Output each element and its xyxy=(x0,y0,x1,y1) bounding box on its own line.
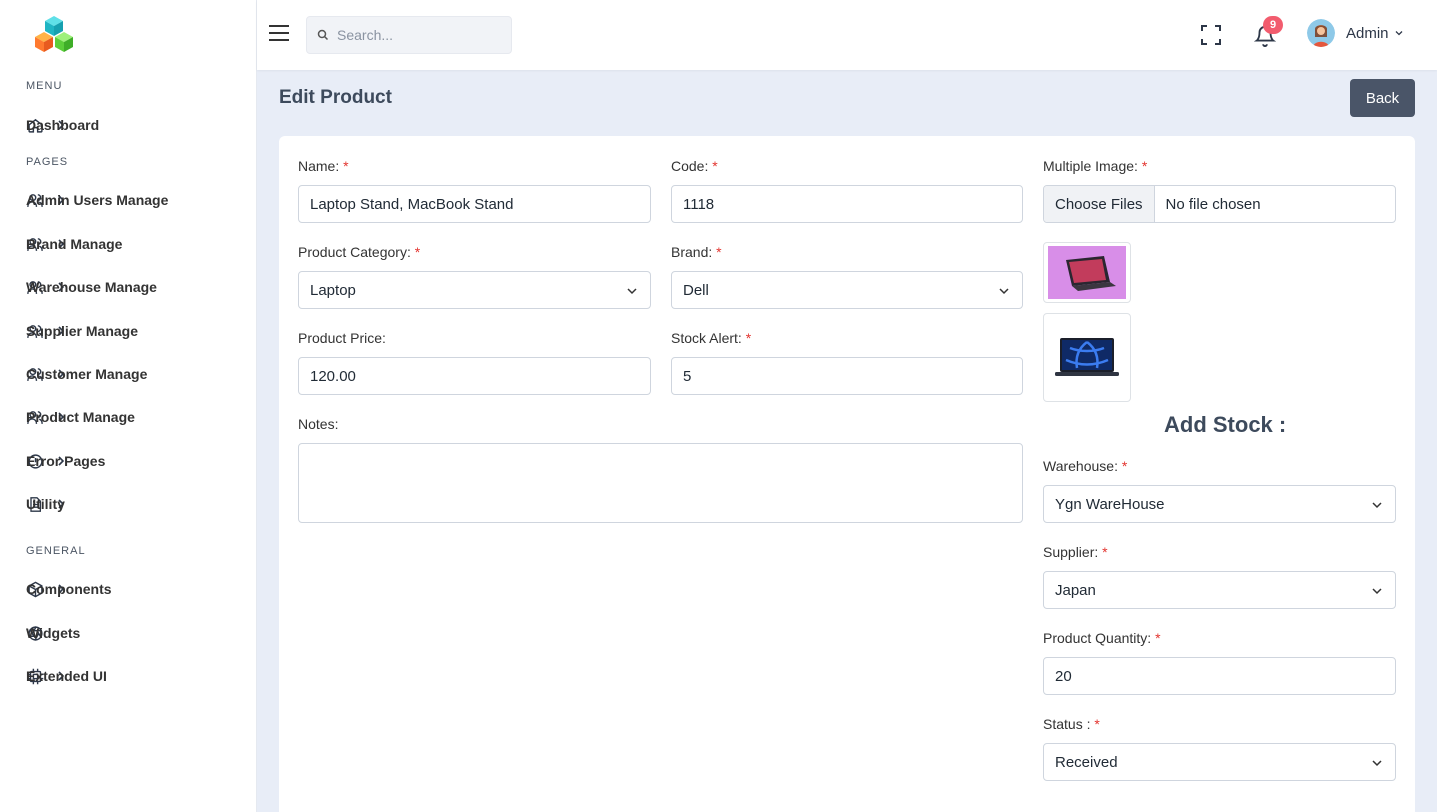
sidebar-item-label: Supplier Manage xyxy=(26,323,139,339)
chevron-down-icon xyxy=(1372,588,1382,595)
edit-product-card: Name: * Laptop Stand, MacBook Stand Prod… xyxy=(279,136,1415,812)
section-title-pages: PAGES xyxy=(26,156,69,168)
supplier-select[interactable]: Japan xyxy=(1043,571,1396,609)
sidebar-item-label: Widgets xyxy=(26,625,81,641)
sidebar-item-label: Brand Manage xyxy=(26,236,123,252)
quantity-label: Product Quantity: * xyxy=(1043,630,1161,646)
sidebar-item-warehouse[interactable]: Warehouse Manage xyxy=(26,272,230,302)
category-label: Product Category: * xyxy=(298,244,421,260)
chevron-down-icon xyxy=(999,288,1009,295)
sidebar-item-label: Customer Manage xyxy=(26,366,148,382)
sidebar-item-label: Components xyxy=(26,581,112,597)
sidebar-item-supplier[interactable]: Supplier Manage xyxy=(26,316,230,346)
search-icon xyxy=(317,29,329,41)
brand-label: Brand: * xyxy=(671,244,722,260)
sidebar-item-label: Error Pages xyxy=(26,453,106,469)
sidebar-item-label: Dashboard xyxy=(26,117,100,133)
status-select[interactable]: Received xyxy=(1043,743,1396,781)
price-field[interactable]: 120.00 xyxy=(298,357,651,395)
sidebar-item-label: Utility xyxy=(26,496,65,512)
sidebar-item-error-pages[interactable]: Error Pages xyxy=(26,446,230,476)
brand-select[interactable]: Dell xyxy=(671,271,1023,309)
back-button[interactable]: Back xyxy=(1350,79,1415,117)
search-box[interactable] xyxy=(306,16,512,54)
stock-alert-label: Stock Alert: * xyxy=(671,330,752,346)
user-menu[interactable]: Admin xyxy=(1307,19,1403,47)
images-label: Multiple Image: * xyxy=(1043,158,1148,174)
sidebar-item-customer[interactable]: Customer Manage xyxy=(26,359,230,389)
user-name: Admin xyxy=(1346,24,1389,42)
name-label: Name: * xyxy=(298,158,349,174)
status-label: Status : * xyxy=(1043,716,1100,732)
chevron-down-icon xyxy=(1372,760,1382,767)
avatar xyxy=(1307,19,1335,47)
sidebar-item-label: Warehouse Manage xyxy=(26,279,157,295)
fullscreen-icon[interactable] xyxy=(1200,24,1222,46)
add-stock-heading: Add Stock : xyxy=(1164,412,1287,437)
file-status-text: No file chosen xyxy=(1165,195,1261,213)
notes-textarea[interactable] xyxy=(298,443,1023,523)
sidebar-item-brand[interactable]: Brand Manage xyxy=(26,229,230,259)
chevron-down-icon xyxy=(1395,31,1402,36)
sidebar-item-widgets[interactable]: Widgets xyxy=(26,618,230,648)
choose-files-button[interactable]: Choose Files xyxy=(1044,186,1155,222)
sidebar-item-label: Admin Users Manage xyxy=(26,192,169,208)
category-select[interactable]: Laptop xyxy=(298,271,651,309)
chevron-down-icon xyxy=(1372,502,1382,509)
quantity-field[interactable]: 20 xyxy=(1043,657,1396,695)
product-image-thumbnail[interactable] xyxy=(1043,313,1131,402)
topbar: 9 Admin xyxy=(257,0,1437,70)
brand-logo[interactable] xyxy=(32,14,76,56)
stock-alert-field[interactable]: 5 xyxy=(671,357,1023,395)
warehouse-select[interactable]: Ygn WareHouse xyxy=(1043,485,1396,523)
sidebar-item-components[interactable]: Components xyxy=(26,574,230,604)
chevron-down-icon xyxy=(627,288,637,295)
price-label: Product Price: xyxy=(298,330,386,346)
sidebar: MENU Dashboard PAGES Admin Users Manage … xyxy=(0,0,257,812)
product-image-thumbnail[interactable] xyxy=(1043,242,1131,303)
sidebar-item-admin-users[interactable]: Admin Users Manage xyxy=(26,185,230,215)
supplier-label: Supplier: * xyxy=(1043,544,1108,560)
sidebar-item-label: Extended UI xyxy=(26,668,107,684)
section-title-menu: MENU xyxy=(26,80,63,92)
name-field[interactable]: Laptop Stand, MacBook Stand xyxy=(298,185,651,223)
code-field[interactable]: 1118 xyxy=(671,185,1023,223)
sidebar-item-product[interactable]: Product Manage xyxy=(26,402,230,432)
menu-toggle-icon[interactable] xyxy=(269,25,289,43)
sidebar-item-label: Product Manage xyxy=(26,409,135,425)
sidebar-item-extended-ui[interactable]: Extended UI xyxy=(26,661,230,691)
code-label: Code: * xyxy=(671,158,718,174)
search-input[interactable] xyxy=(337,27,497,43)
notes-label: Notes: xyxy=(298,416,339,432)
sidebar-item-dashboard[interactable]: Dashboard xyxy=(26,110,230,140)
page-title: Edit Product xyxy=(279,87,392,108)
file-input[interactable]: Choose Files No file chosen xyxy=(1043,185,1396,223)
notification-badge: 9 xyxy=(1263,16,1283,34)
sidebar-item-utility[interactable]: Utility xyxy=(26,489,230,519)
section-title-general: GENERAL xyxy=(26,545,86,557)
warehouse-label: Warehouse: * xyxy=(1043,458,1128,474)
